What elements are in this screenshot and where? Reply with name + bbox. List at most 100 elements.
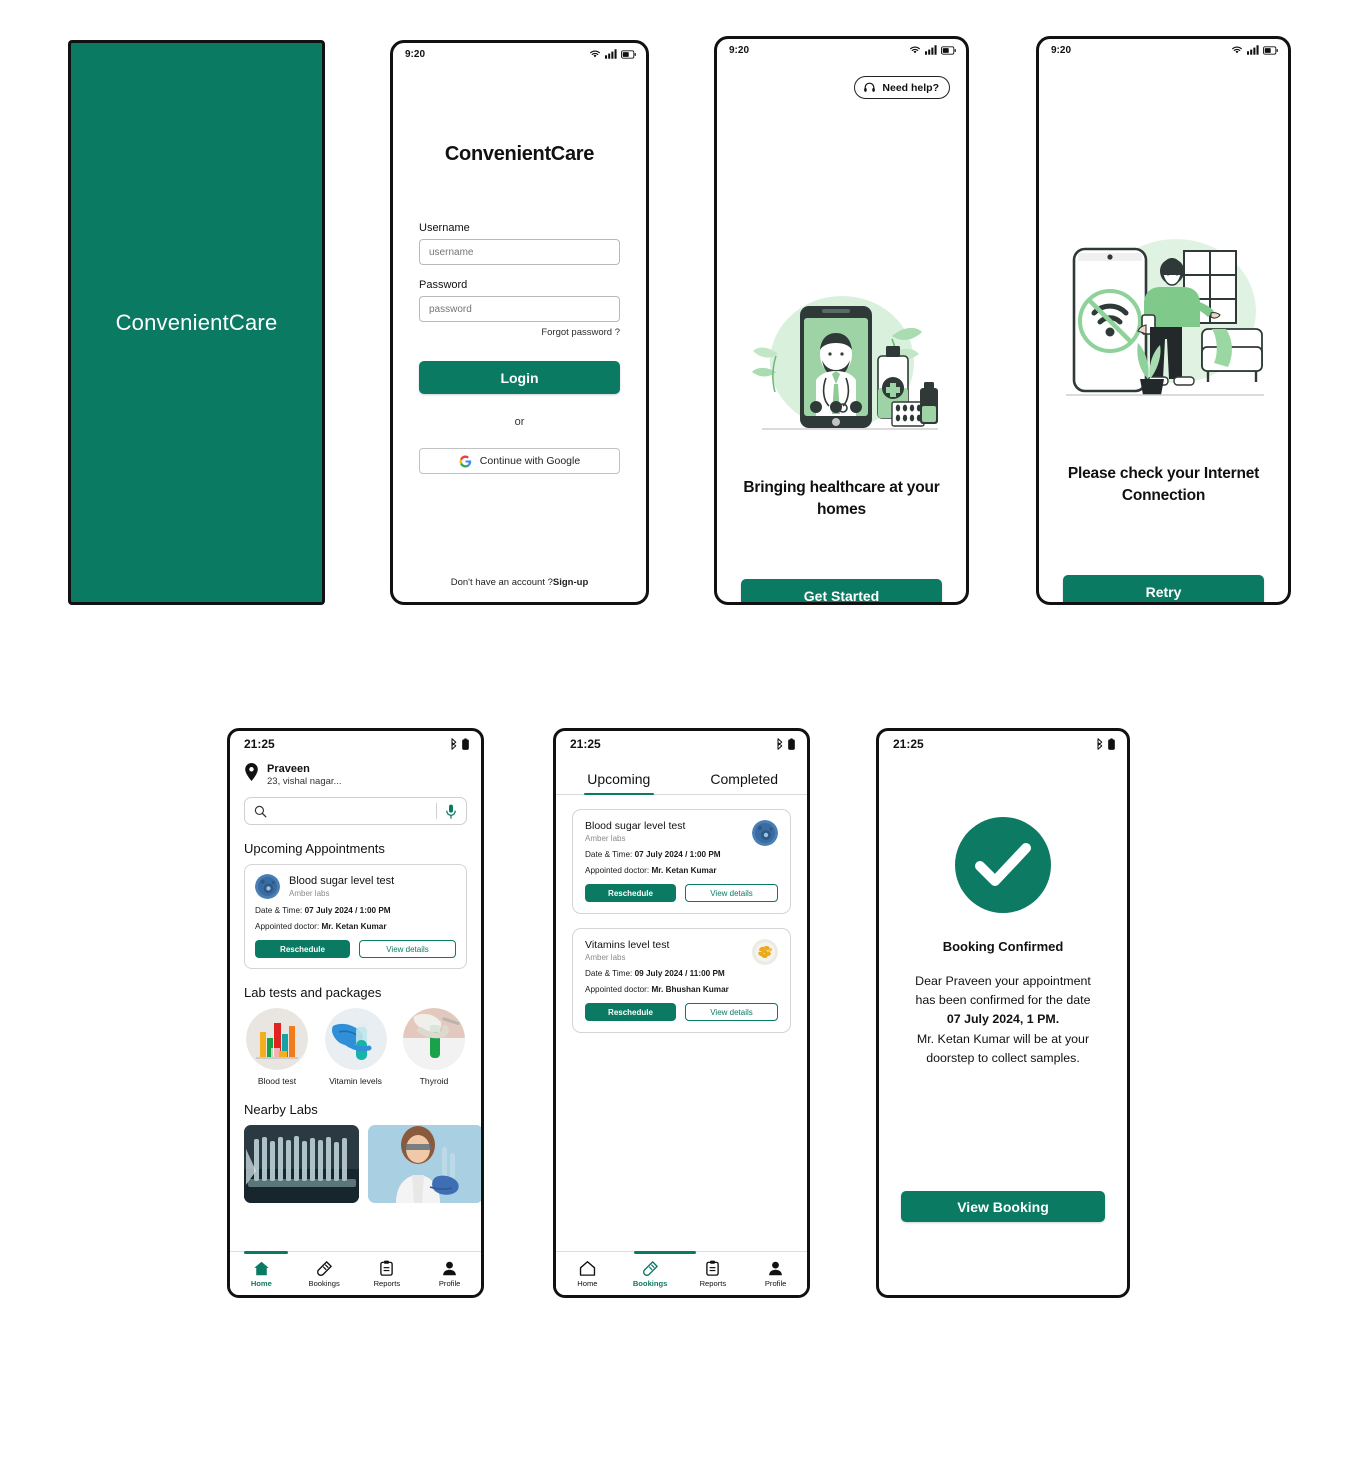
home-icon — [579, 1260, 596, 1276]
booking-datetime-label: Date & Time: — [585, 969, 633, 978]
user-address: 23, vishal nagar... — [267, 775, 342, 787]
nav-item-profile[interactable]: Profile — [426, 1260, 474, 1288]
status-icons — [909, 45, 956, 55]
booking-test-name: Blood sugar level test — [585, 820, 686, 832]
bluetooth-icon — [777, 738, 783, 750]
retry-cta-wrap: Retry — [1063, 575, 1264, 602]
blood-sample-icon — [255, 874, 280, 900]
booking-confirmed-screen: 21:25 Booking Confirmed Dear Praveen you… — [876, 728, 1130, 1298]
booking-datetime-value: 07 July 2024 / 1:00 PM — [634, 850, 721, 859]
reschedule-button[interactable]: Reschedule — [255, 940, 350, 959]
signal-icon — [925, 45, 937, 55]
lab-tests-row: Blood test Vitamin levels Thyroid — [230, 1008, 481, 1086]
status-icons — [1231, 45, 1278, 55]
continue-with-google-button[interactable]: Continue with Google — [419, 448, 620, 474]
check-circle-icon — [955, 817, 1051, 913]
username-input[interactable] — [419, 239, 620, 265]
nav-item-bookings[interactable]: Bookings — [626, 1260, 674, 1288]
lab-tests-title: Lab tests and packages — [244, 985, 382, 1001]
status-bar: 9:20 — [1039, 39, 1288, 61]
nav-label-reports: Reports — [373, 1278, 401, 1288]
or-divider-text: or — [514, 416, 525, 428]
status-icons — [589, 49, 636, 59]
username-group: Username — [419, 222, 620, 265]
nav-item-home[interactable]: Home — [563, 1260, 611, 1288]
password-input[interactable] — [419, 296, 620, 322]
status-bar: 9:20 — [717, 39, 966, 61]
location-row[interactable]: Praveen 23, vishal nagar... — [230, 757, 481, 787]
confirmation-line-1: Dear Praveen your appointment — [915, 974, 1091, 988]
booking-card[interactable]: Vitamins level test Amber labs Date & Ti… — [572, 928, 791, 1033]
onboarding-screen: 9:20 Need help? Bringing healthcare at y… — [714, 36, 969, 605]
need-help-label: Need help? — [882, 81, 939, 94]
lab-test-item[interactable]: Blood test — [246, 1008, 308, 1086]
blood-sample-icon — [752, 820, 778, 846]
booking-datetime-row: Date & Time: 09 July 2024 / 11:00 PM — [585, 969, 778, 978]
nav-item-home[interactable]: Home — [237, 1260, 285, 1288]
search-input[interactable] — [275, 805, 428, 817]
nav-item-bookings[interactable]: Bookings — [300, 1260, 348, 1288]
person-icon — [443, 1261, 456, 1275]
forgot-password-link[interactable]: Forgot password ? — [419, 327, 620, 338]
status-icons — [775, 738, 795, 750]
view-details-button[interactable]: View details — [685, 884, 778, 902]
test-tube-icon — [642, 1260, 658, 1276]
search-bar[interactable] — [244, 797, 467, 826]
status-icons — [1095, 738, 1115, 750]
bottom-navigation: Home Bookings Reports Profile — [230, 1251, 481, 1295]
view-details-button[interactable]: View details — [685, 1003, 778, 1021]
splash-screen: ConvenientCare — [68, 40, 325, 605]
no-internet-screen: 9:20 Please check your Internet Connecti… — [1036, 36, 1291, 605]
nav-item-reports[interactable]: Reports — [363, 1260, 411, 1288]
battery-icon — [788, 738, 795, 750]
search-icon — [254, 805, 267, 818]
bottom-navigation: Home Bookings Reports Profile — [556, 1251, 807, 1295]
password-group: Password Forgot password ? — [419, 279, 620, 338]
status-bar: 21:25 — [879, 731, 1127, 757]
nav-label-bookings: Bookings — [632, 1278, 668, 1288]
appointment-header: Blood sugar level test Amber labs — [255, 874, 456, 900]
password-label: Password — [419, 279, 468, 291]
retry-button[interactable]: Retry — [1063, 575, 1264, 602]
reschedule-button[interactable]: Reschedule — [585, 884, 676, 902]
appointment-doctor-row: Appointed doctor: Mr. Ketan Kumar — [255, 922, 456, 931]
appointment-card[interactable]: Blood sugar level test Amber labs Date &… — [244, 864, 467, 970]
appointment-doctor-value: Mr. Ketan Kumar — [321, 922, 387, 932]
reschedule-button[interactable]: Reschedule — [585, 1003, 676, 1021]
nearby-lab-card[interactable] — [244, 1125, 359, 1204]
nav-label-home: Home — [250, 1278, 272, 1288]
booking-datetime-row: Date & Time: 07 July 2024 / 1:00 PM — [585, 850, 778, 859]
google-button-label: Continue with Google — [479, 455, 581, 467]
get-started-button[interactable]: Get Started — [741, 579, 942, 602]
nav-item-profile[interactable]: Profile — [752, 1260, 800, 1288]
blood-test-image — [246, 1008, 308, 1071]
onboarding-cta-wrap: Get Started — [741, 579, 942, 602]
booking-datetime-value: 09 July 2024 / 11:00 PM — [634, 969, 725, 978]
confirmation-line-4: Mr. Ketan Kumar will be at your — [916, 1031, 1090, 1046]
status-time: 21:25 — [893, 737, 924, 751]
nav-item-reports[interactable]: Reports — [689, 1260, 737, 1288]
thyroid-image — [403, 1008, 465, 1071]
booking-card[interactable]: Blood sugar level test Amber labs Date &… — [572, 809, 791, 914]
booking-lab-name: Amber labs — [585, 953, 626, 962]
microphone-icon[interactable] — [445, 804, 457, 819]
tab-upcoming[interactable]: Upcoming — [556, 765, 682, 795]
confirmation-message: Dear Praveen your appointment has been c… — [897, 972, 1109, 1068]
login-button[interactable]: Login — [419, 361, 620, 394]
wifi-icon — [1232, 46, 1242, 54]
confirmation-line-3: 07 July 2024, 1 PM. — [946, 1012, 1060, 1027]
app-logo-text: ConvenientCare — [115, 309, 278, 335]
lab-test-item[interactable]: Thyroid — [403, 1008, 465, 1086]
signup-link[interactable]: Sign-up — [553, 577, 588, 588]
view-booking-cta-wrap: View Booking — [901, 1191, 1105, 1222]
view-details-button[interactable]: View details — [359, 940, 456, 959]
nearby-labs-row[interactable] — [230, 1125, 481, 1204]
nav-label-reports: Reports — [699, 1278, 727, 1288]
view-booking-button[interactable]: View Booking — [901, 1191, 1105, 1222]
nearby-lab-card[interactable] — [368, 1125, 481, 1204]
lab-test-item[interactable]: Vitamin levels — [324, 1008, 387, 1086]
tab-completed[interactable]: Completed — [682, 765, 808, 794]
status-icons — [449, 738, 469, 750]
wifi-icon — [590, 50, 600, 58]
need-help-button[interactable]: Need help? — [854, 76, 950, 99]
